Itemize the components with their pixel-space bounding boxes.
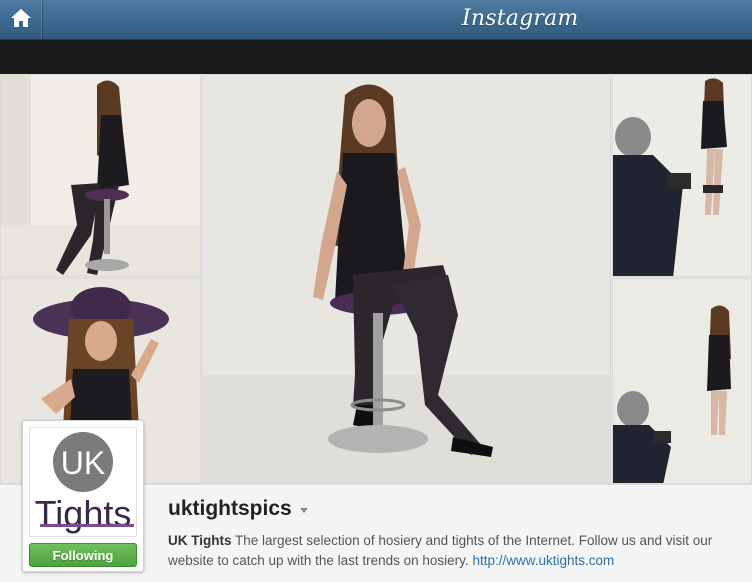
profile-bio: UK Tights The largest selection of hosie… xyxy=(168,531,728,571)
profile-avatar[interactable]: UK Tights xyxy=(29,427,137,537)
photo-tile-4[interactable] xyxy=(612,74,752,277)
following-button[interactable]: Following xyxy=(29,543,137,567)
home-button[interactable] xyxy=(0,0,43,40)
instagram-logo[interactable]: Instagram xyxy=(462,6,578,31)
header-band xyxy=(0,40,752,74)
avatar-logo-uk: UK xyxy=(61,445,105,481)
avatar-logo-tights: Tights xyxy=(35,493,132,534)
username-row[interactable]: uktightspics xyxy=(168,497,308,521)
photo-tile-1[interactable] xyxy=(0,74,201,277)
profile-username[interactable]: uktightspics xyxy=(168,497,292,521)
home-icon xyxy=(10,8,32,33)
bio-text: The largest selection of hosiery and tig… xyxy=(168,533,713,568)
top-navigation-bar: Instagram xyxy=(0,0,752,40)
profile-avatar-card: UK Tights Following xyxy=(22,420,144,572)
chevron-down-icon[interactable] xyxy=(299,508,308,513)
bio-website-link[interactable]: http://www.uktights.com xyxy=(472,553,614,568)
instagram-profile-page: Instagram UK Tights Following uktightspi… xyxy=(0,0,752,582)
photo-tile-5[interactable] xyxy=(612,278,752,484)
bio-name: UK Tights xyxy=(168,533,232,548)
photo-tile-3[interactable] xyxy=(202,74,611,484)
